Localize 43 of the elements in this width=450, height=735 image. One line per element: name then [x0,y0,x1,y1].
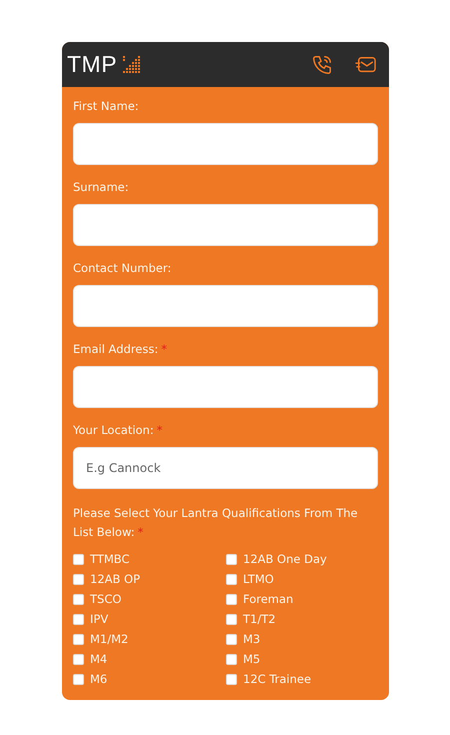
checkbox-label: M5 [243,652,260,666]
logo-icon [123,56,142,74]
checkbox-label: M6 [90,672,108,686]
field-label: Email Address: * [73,342,168,356]
checkbox[interactable] [73,654,84,664]
mail-icon[interactable] [355,54,377,74]
checkbox[interactable] [226,574,237,584]
phone-icon[interactable] [311,54,333,76]
checkbox-label: 12AB One Day [243,552,327,566]
checkbox-label: LTMO [243,572,274,586]
checkbox[interactable] [226,634,237,644]
checkbox[interactable] [226,614,237,624]
input-field[interactable] [73,204,378,246]
checkbox[interactable] [226,654,237,664]
input-field[interactable] [73,123,378,165]
logo-text: TMP [67,53,118,76]
checkbox[interactable] [73,614,84,624]
checkbox-label: Foreman [243,592,294,606]
checkbox[interactable] [73,634,84,644]
question-label: Please Select Your Lantra Qualifications From The List Below: * [73,505,359,541]
field-label: First Name: [73,99,140,113]
input-field[interactable] [73,285,378,327]
checkbox-label: 12C Trainee [243,672,312,686]
field-label: Contact Number: [73,261,172,275]
checkbox-label: T1/T2 [243,612,276,626]
input-field[interactable]: E.g Cannock [73,447,378,489]
checkbox[interactable] [226,554,237,564]
checkbox-label: 12AB OP [90,572,140,586]
field-label: Surname: [73,180,130,194]
input-field[interactable] [73,366,378,408]
checkbox[interactable] [73,674,84,684]
checkbox-label: M1/M2 [90,632,128,646]
checkbox[interactable] [226,594,237,604]
field-label: Your Location: * [73,423,164,437]
checkbox-label: TTMBC [90,552,130,566]
checkbox[interactable] [73,594,84,604]
checkbox[interactable] [226,674,237,684]
checkbox[interactable] [73,554,84,564]
checkbox-label: IPV [90,612,108,626]
checkbox-label: M3 [243,632,260,646]
checkbox-label: M4 [90,652,108,666]
checkbox-label: TSCO [90,592,122,606]
checkbox[interactable] [73,574,84,584]
